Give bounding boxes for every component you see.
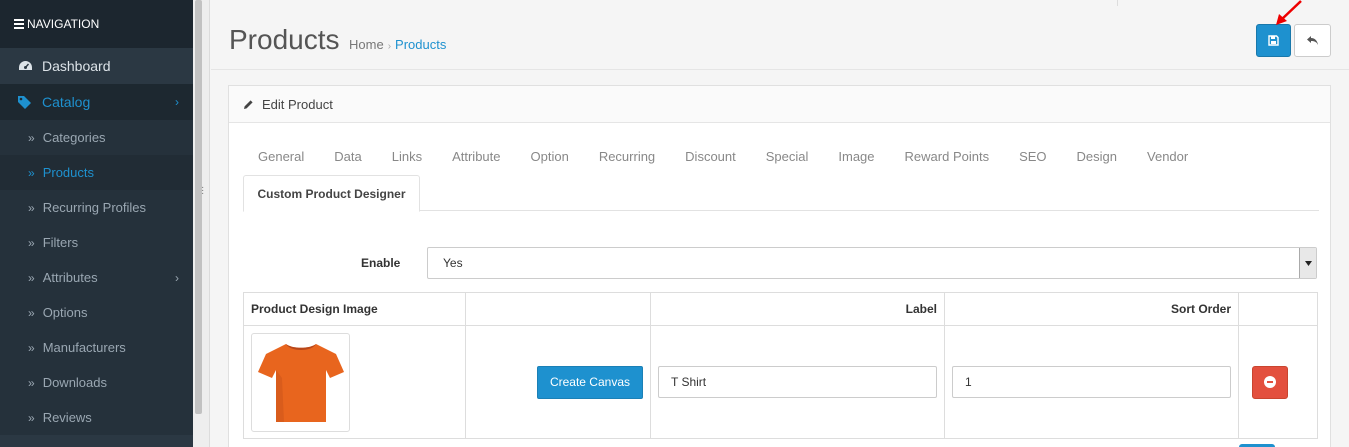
product-thumbnail[interactable] <box>251 332 350 432</box>
active-tab-row: Custom Product Designer <box>243 175 1319 212</box>
sidebar-subitem-label: Options <box>42 305 88 320</box>
panel-heading: Edit Product <box>229 86 1330 123</box>
panel-title: Edit Product <box>262 96 333 112</box>
column-header-action <box>1238 292 1318 326</box>
sidebar-subitem-products[interactable]: » Products <box>0 155 193 190</box>
sidebar: NAVIGATION Dashboard Catalog › » Categor… <box>0 0 193 447</box>
tab-attribute[interactable]: Attribute <box>437 142 515 172</box>
tab-custom-product-designer[interactable]: Custom Product Designer <box>243 175 420 212</box>
breadcrumb-current[interactable]: Products <box>395 37 446 52</box>
sidebar-subitem-label: Downloads <box>42 375 108 390</box>
tab-reward-points[interactable]: Reward Points <box>890 142 1005 172</box>
tab-vendor[interactable]: Vendor <box>1132 142 1203 172</box>
sidebar-splitter[interactable]: · · · <box>193 0 210 447</box>
tab-special[interactable]: Special <box>751 142 824 172</box>
sidebar-subitem-options[interactable]: » Options <box>0 295 193 330</box>
breadcrumb-home[interactable]: Home <box>349 37 384 52</box>
reply-icon <box>1307 36 1318 45</box>
double-chevron-icon: » <box>28 270 35 285</box>
tab-recurring[interactable]: Recurring <box>584 142 670 172</box>
sidebar-subitem-label: Manufacturers <box>42 340 126 355</box>
column-header-sort-order: Sort Order <box>944 292 1239 326</box>
table-header-row: Product Design Image Label Sort Order <box>243 292 1318 326</box>
breadcrumb: Home › Products <box>349 37 446 52</box>
label-cell: T Shirt <box>650 325 945 439</box>
minus-circle-icon <box>1264 376 1276 388</box>
create-canvas-button[interactable]: Create Canvas <box>536 365 643 399</box>
chevron-right-icon: › <box>175 95 179 109</box>
tags-icon <box>17 95 33 109</box>
enable-label: Enable <box>361 256 401 270</box>
caret-down-icon[interactable] <box>1299 248 1316 278</box>
tab-list: General Data Links Attribute Option Recu… <box>243 142 1203 172</box>
tab-discount[interactable]: Discount <box>670 142 751 172</box>
sidebar-subitem-label: Attributes <box>42 270 98 285</box>
column-header-blank <box>465 292 651 326</box>
design-image-cell <box>243 325 466 439</box>
double-chevron-icon: » <box>28 130 35 145</box>
hamburger-icon[interactable] <box>14 17 24 31</box>
tab-data[interactable]: Data <box>319 142 376 172</box>
sort-order-cell: 1 <box>944 325 1239 439</box>
label-input[interactable]: T Shirt <box>658 366 937 398</box>
sidebar-subitem-label: Reviews <box>42 410 92 425</box>
page-header: Products Home › Products <box>211 0 1349 70</box>
column-header-image: Product Design Image <box>243 292 466 326</box>
sidebar-item-catalog[interactable]: Catalog › <box>0 84 193 120</box>
resize-grip-icon[interactable]: · · · <box>201 183 204 199</box>
canvas-cell: Create Canvas <box>465 325 651 439</box>
sidebar-subitem-label: Products <box>42 165 94 180</box>
tab-option[interactable]: Option <box>516 142 584 172</box>
double-chevron-icon: » <box>28 235 35 250</box>
double-chevron-icon: » <box>28 410 35 425</box>
chevron-right-icon: › <box>175 270 179 285</box>
table-row: Create Canvas T Shirt 1 <box>243 325 1318 439</box>
sidebar-subitem-filters[interactable]: » Filters <box>0 225 193 260</box>
sidebar-subitem-recurring-profiles[interactable]: » Recurring Profiles <box>0 190 193 225</box>
nav-header-label: NAVIGATION <box>27 17 100 31</box>
remove-button[interactable] <box>1252 365 1288 399</box>
sidebar-item-dashboard[interactable]: Dashboard <box>0 48 193 84</box>
tab-general[interactable]: General <box>243 142 319 172</box>
tab-design[interactable]: Design <box>1062 142 1132 172</box>
sidebar-subitem-label: Recurring Profiles <box>42 200 147 215</box>
enable-select[interactable]: Yes <box>427 247 1317 279</box>
divider <box>1117 0 1118 6</box>
enable-select-value: Yes <box>443 256 463 270</box>
sidebar-subitem-label: Categories <box>42 130 106 145</box>
sort-order-input[interactable]: 1 <box>952 366 1231 398</box>
scrollbar-thumb[interactable] <box>195 0 202 414</box>
double-chevron-icon: » <box>28 375 35 390</box>
double-chevron-icon: » <box>28 340 35 355</box>
tab-links[interactable]: Links <box>377 142 437 172</box>
column-header-label: Label <box>650 292 945 326</box>
tab-seo[interactable]: SEO <box>1004 142 1061 172</box>
back-button[interactable] <box>1294 24 1331 57</box>
double-chevron-icon: » <box>28 305 35 320</box>
sidebar-subitem-reviews[interactable]: » Reviews <box>0 400 193 435</box>
pencil-icon <box>243 99 254 110</box>
save-button[interactable] <box>1256 24 1291 57</box>
annotation-arrow-icon <box>1276 0 1302 25</box>
double-chevron-icon: » <box>28 165 35 180</box>
sidebar-subitem-label: Filters <box>42 235 79 250</box>
breadcrumb-separator-icon: › <box>387 41 392 52</box>
action-cell <box>1238 325 1318 439</box>
sidebar-item-label: Dashboard <box>42 58 111 74</box>
dashboard-icon <box>17 60 33 72</box>
double-chevron-icon: » <box>28 200 35 215</box>
design-image-table: Product Design Image Label Sort Order Cr… <box>243 292 1318 439</box>
sidebar-item-label: Catalog <box>42 94 91 110</box>
sidebar-subitem-manufacturers[interactable]: » Manufacturers <box>0 330 193 365</box>
page-title: Products <box>229 24 340 55</box>
sidebar-subitem-downloads[interactable]: » Downloads <box>0 365 193 400</box>
save-icon <box>1268 35 1279 46</box>
nav-header: NAVIGATION <box>0 0 193 48</box>
edit-product-panel: Edit Product General Data Links Attribut… <box>228 85 1331 447</box>
tab-image[interactable]: Image <box>823 142 889 172</box>
sidebar-subitem-attributes[interactable]: » Attributes › <box>0 260 193 295</box>
tshirt-image <box>257 344 344 422</box>
sidebar-subitem-categories[interactable]: » Categories <box>0 120 193 155</box>
